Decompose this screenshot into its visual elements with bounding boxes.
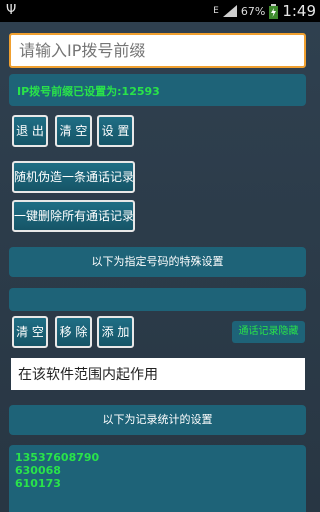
battery-percent: 67%: [240, 4, 266, 18]
list-item: 610173: [15, 477, 61, 490]
usb-icon: Ψ: [6, 3, 17, 18]
exit-button[interactable]: 退 出: [12, 115, 48, 147]
random-fake-record-button[interactable]: 随机伪造一条通话记录: [12, 161, 135, 193]
signal-icon: [222, 5, 237, 17]
ip-prefix-status: IP拨号前缀已设置为:12593: [9, 74, 306, 106]
main-panel: IP拨号前缀已设置为:12593 退 出 清 空 设 置 随机伪造一条通话记录 …: [0, 22, 320, 512]
list-item: 13537608790: [15, 451, 100, 464]
stats-settings-header: 以下为记录统计的设置: [9, 405, 306, 435]
number-add-button[interactable]: 添 加: [97, 316, 134, 348]
clock-time: 1:49: [282, 2, 316, 20]
status-bar: Ψ E 67% 1:49: [0, 0, 320, 22]
number-clear-button[interactable]: 清 空: [12, 316, 48, 348]
special-settings-header: 以下为指定号码的特殊设置: [9, 247, 306, 277]
delete-all-records-button[interactable]: 一键删除所有通话记录: [12, 200, 135, 232]
scope-input[interactable]: [11, 358, 305, 390]
network-type-label: E: [213, 6, 219, 16]
ip-prefix-input[interactable]: [9, 33, 306, 68]
clear-button[interactable]: 清 空: [55, 115, 92, 147]
battery-icon: [269, 3, 279, 19]
number-remove-button[interactable]: 移 除: [55, 316, 92, 348]
hide-call-records-button[interactable]: 通话记录隐藏: [232, 321, 305, 343]
number-display-bar[interactable]: [9, 288, 306, 311]
records-list: 13537608790 630068 610173: [9, 445, 306, 512]
settings-button[interactable]: 设 置: [97, 115, 134, 147]
list-item: 630068: [15, 464, 61, 477]
